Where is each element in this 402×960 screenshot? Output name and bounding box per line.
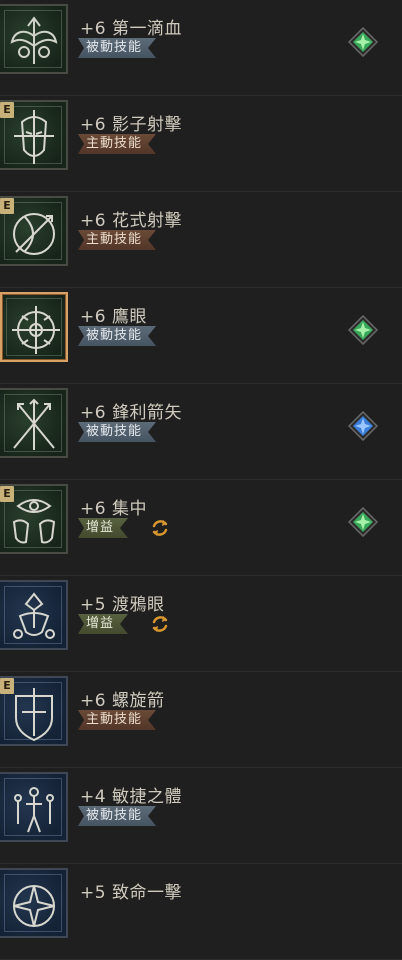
- skill-row[interactable]: +6 鷹眼 被動技能: [0, 288, 402, 384]
- skill-list: +6 第一滴血 被動技能 E +6 影子射擊 主動技能 E +6 花式射擊 主動技能 +6 鷹眼…: [0, 0, 402, 960]
- skill-row[interactable]: +5 渡鴉眼 增益: [0, 576, 402, 672]
- skill-icon-frame[interactable]: [0, 772, 68, 842]
- skill-type-tag: 被動技能: [78, 38, 156, 58]
- skill-icon-frame[interactable]: [0, 388, 68, 458]
- skill-type-tag: 主動技能: [78, 134, 156, 154]
- skill-row[interactable]: E +6 花式射擊 主動技能: [0, 192, 402, 288]
- skill-icon-frame[interactable]: [0, 580, 68, 650]
- skill-type-tag: 被動技能: [78, 326, 156, 346]
- skill-row[interactable]: E +6 螺旋箭 主動技能: [0, 672, 402, 768]
- skill-icon-frame[interactable]: E: [0, 484, 68, 554]
- skill-title: +4 敏捷之體: [80, 787, 182, 807]
- skill-icon-frame[interactable]: E: [0, 676, 68, 746]
- skill-row[interactable]: +6 第一滴血 被動技能: [0, 0, 402, 96]
- skill-icon-frame[interactable]: [0, 4, 68, 74]
- skill-type-tag: 被動技能: [78, 422, 156, 442]
- skill-icon-frame[interactable]: E: [0, 196, 68, 266]
- skill-title: +6 花式射擊: [80, 211, 182, 231]
- green-gem-icon: [347, 26, 379, 58]
- skill-type-tag: 增益: [78, 518, 128, 538]
- skill-row[interactable]: +6 鋒利箭矢 被動技能: [0, 384, 402, 480]
- skill-icon-frame[interactable]: [0, 292, 68, 362]
- cycle-icon: [150, 614, 170, 634]
- skill-title: +6 影子射擊: [80, 115, 182, 135]
- skill-row[interactable]: +4 敏捷之體 被動技能: [0, 768, 402, 864]
- skill-title: +6 集中: [80, 499, 147, 519]
- skill-type-tag: 主動技能: [78, 710, 156, 730]
- cycle-icon: [150, 518, 170, 538]
- skill-title: +6 鋒利箭矢: [80, 403, 182, 423]
- equipped-badge: E: [0, 486, 14, 502]
- skill-type-tag: 主動技能: [78, 230, 156, 250]
- blue-gem-icon: [347, 410, 379, 442]
- skill-title: +6 螺旋箭: [80, 691, 165, 711]
- skill-type-tag: 增益: [78, 614, 128, 634]
- equipped-badge: E: [0, 198, 14, 214]
- skill-icon-frame[interactable]: E: [0, 100, 68, 170]
- skill-type-tag: 被動技能: [78, 806, 156, 826]
- skill-title: +6 鷹眼: [80, 307, 147, 327]
- green-gem-icon: [347, 506, 379, 538]
- skill-row[interactable]: +5 致命一擊: [0, 864, 402, 960]
- skill-icon-frame[interactable]: [0, 868, 68, 938]
- skill-row[interactable]: E +6 影子射擊 主動技能: [0, 96, 402, 192]
- skill-title: +5 渡鴉眼: [80, 595, 165, 615]
- green-gem-icon: [347, 314, 379, 346]
- equipped-badge: E: [0, 102, 14, 118]
- skill-row[interactable]: E +6 集中 增益: [0, 480, 402, 576]
- skill-title: +5 致命一擊: [80, 883, 182, 903]
- equipped-badge: E: [0, 678, 14, 694]
- skill-title: +6 第一滴血: [80, 19, 182, 39]
